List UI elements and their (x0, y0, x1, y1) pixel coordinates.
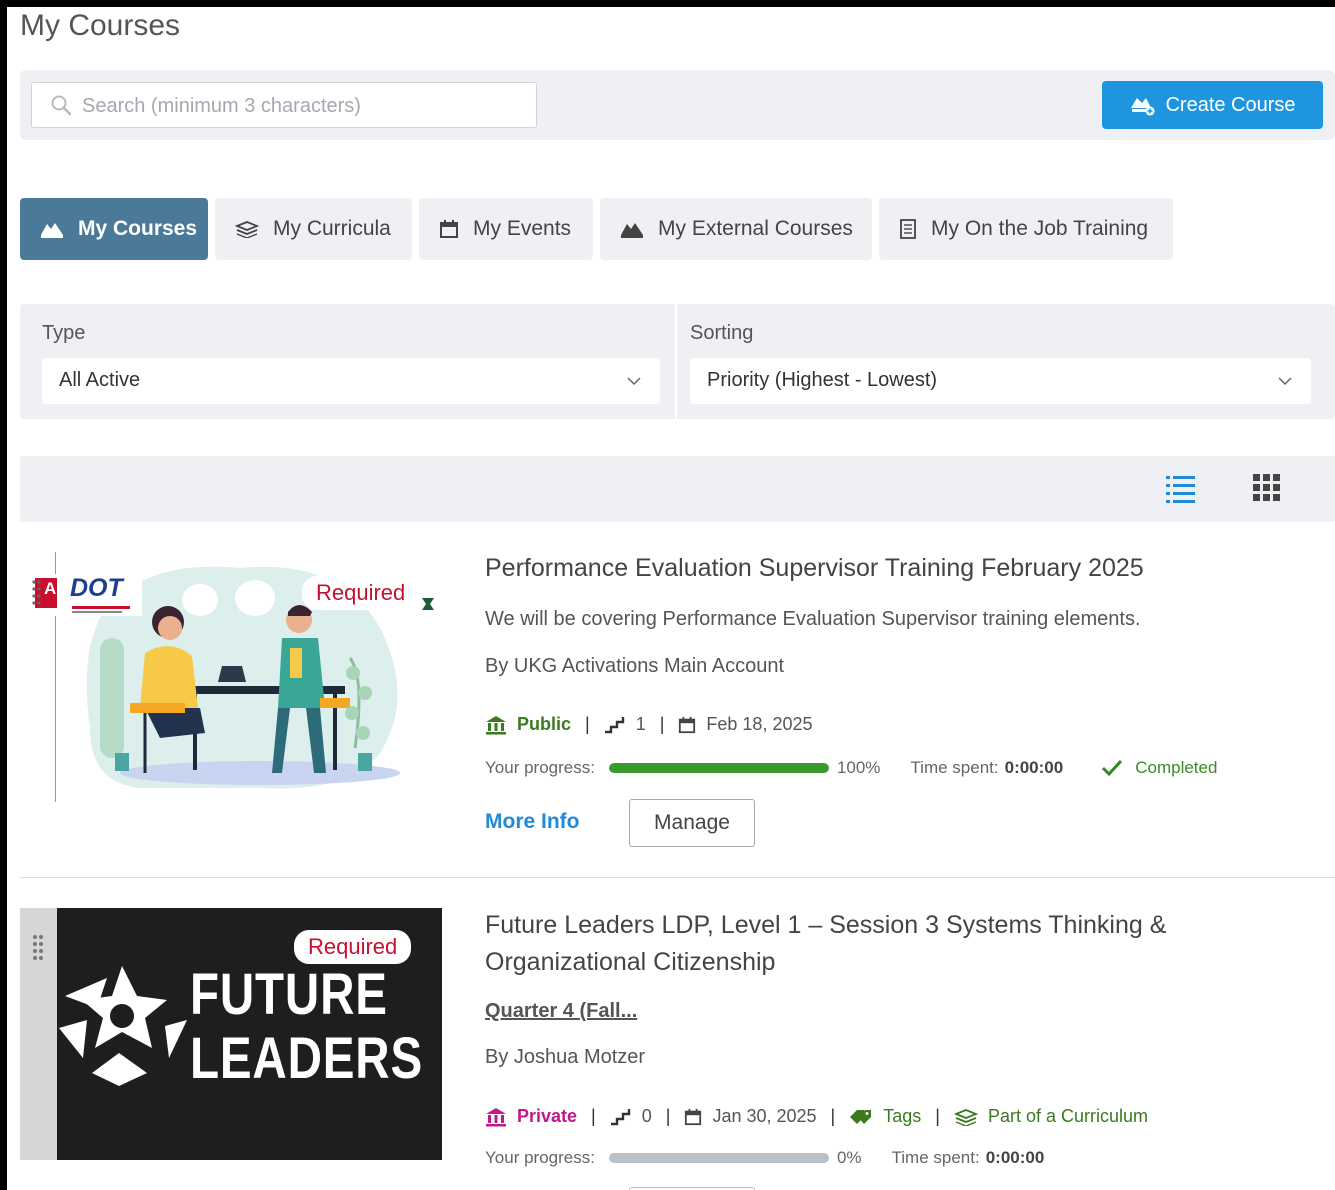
grid-view-icon[interactable] (1252, 473, 1282, 503)
separator: | (591, 1106, 596, 1126)
sorting-select[interactable]: Priority (Highest - Lowest) (690, 358, 1311, 404)
search-placeholder: Search (minimum 3 characters) (82, 95, 361, 117)
create-course-label: Create Course (1165, 93, 1296, 116)
progress-fill (608, 763, 829, 773)
tab-label: My Curricula (273, 217, 391, 240)
create-course-button[interactable]: Create Course (1102, 81, 1323, 129)
institution-icon (486, 715, 506, 734)
calendar-icon (440, 220, 458, 238)
steps-icon (610, 1108, 630, 1125)
progress-percent: 100% (836, 758, 881, 777)
logo-text: DOT (70, 574, 123, 602)
tab-label: My Courses (78, 217, 198, 240)
search-input[interactable]: Search (minimum 3 characters) (31, 82, 537, 128)
time-spent-value: 0:00:00 (985, 1148, 1045, 1167)
steps-count: 1 (635, 714, 646, 734)
required-badge: Required (302, 576, 420, 610)
course-sub-link[interactable]: Quarter 4 (Fall... (485, 1000, 637, 1023)
view-mode-bar (20, 456, 1335, 522)
tab-my-curricula[interactable]: My Curricula (215, 198, 412, 260)
sorting-label: Sorting (690, 322, 754, 344)
tab-my-events[interactable]: My Events (419, 198, 593, 260)
drag-handle-icon (33, 935, 43, 960)
curriculum-label[interactable]: Part of a Curriculum (988, 1106, 1148, 1127)
progress-row: Your progress: 100% Time spent: 0:00:00 … (485, 758, 1217, 778)
course-date: Feb 18, 2025 (706, 714, 813, 734)
course-description: We will be covering Performance Evaluati… (485, 608, 1141, 630)
tab-label: My Events (473, 217, 572, 240)
progress-row: Your progress: 0% Time spent: 0:00:00 (485, 1148, 1044, 1168)
card-divider (20, 877, 1335, 878)
completion-status: Completed (1135, 758, 1218, 777)
page-title: My Courses (20, 9, 181, 42)
type-select-value: All Active (59, 369, 141, 391)
calendar-icon (679, 716, 696, 733)
tab-my-on-the-job-training[interactable]: My On the Job Training (879, 198, 1173, 260)
logo-prefix: AR (44, 579, 69, 598)
institution-icon (486, 1107, 506, 1126)
time-spent-value: 0:00:00 (1004, 758, 1064, 777)
sorting-select-value: Priority (Highest - Lowest) (707, 369, 938, 391)
separator: | (830, 1106, 836, 1126)
list-view-icon[interactable] (1165, 473, 1197, 505)
document-icon (900, 219, 916, 239)
course-author: By UKG Activations Main Account (485, 655, 785, 677)
search-toolbar: Search (minimum 3 characters) Create Cou… (20, 70, 1335, 140)
course-author: By Joshua Motzer (485, 1046, 646, 1068)
progress-bar (608, 1153, 829, 1163)
more-info-link[interactable]: More Info (485, 810, 580, 834)
course-meta: Private | 0 | Jan 30, 2025 | Tags | Part… (485, 1106, 1148, 1127)
course-title[interactable]: Future Leaders LDP, Level 1 – Session 3 … (485, 907, 1325, 981)
filter-panel: Type All Active Sorting Priority (Highes… (20, 304, 1335, 419)
tags-icon[interactable] (849, 1108, 873, 1126)
checkmark-icon (1102, 759, 1123, 777)
manage-button[interactable]: Manage (629, 799, 755, 847)
steps-count: 0 (641, 1106, 652, 1126)
course-meta: Public | 1 | Feb 18, 2025 (485, 714, 813, 735)
visibility-label: Public (517, 714, 572, 734)
progress-bar (608, 763, 829, 773)
separator: | (585, 714, 590, 734)
time-spent-label: Time spent: (910, 758, 999, 777)
course-date: Jan 30, 2025 (712, 1106, 817, 1126)
course-thumbnail[interactable]: AR DOT Required (20, 548, 442, 806)
curricula-icon (953, 1108, 978, 1126)
time-spent-label: Time spent: (891, 1148, 980, 1167)
tab-my-external-courses[interactable]: My External Courses (600, 198, 872, 260)
create-course-icon (1131, 98, 1155, 116)
visibility-label: Private (517, 1106, 578, 1126)
separator: | (659, 714, 665, 734)
type-label: Type (42, 322, 86, 344)
curricula-icon (235, 221, 259, 238)
chevron-down-icon (1278, 377, 1292, 386)
course-title[interactable]: Performance Evaluation Supervisor Traini… (485, 550, 1144, 587)
progress-percent: 0% (836, 1148, 862, 1167)
calendar-icon (685, 1108, 702, 1125)
filter-divider (675, 304, 677, 419)
courses-icon (41, 223, 63, 238)
progress-label: Your progress: (485, 758, 595, 777)
star-logo-icon (59, 966, 187, 1086)
courses-icon (621, 223, 643, 238)
banner-line-2: LEADERS (190, 1026, 424, 1091)
tab-my-courses[interactable]: My Courses (20, 198, 208, 260)
tags-label[interactable]: Tags (883, 1106, 921, 1127)
banner-line-1: FUTURE (190, 962, 388, 1027)
tab-label: My On the Job Training (931, 217, 1149, 240)
chevron-down-icon (627, 377, 641, 386)
required-badge: Required (294, 930, 412, 964)
progress-label: Your progress: (485, 1148, 595, 1167)
course-thumbnail[interactable]: FUTURE LEADERS Required (20, 908, 442, 1160)
tab-label: My External Courses (658, 217, 853, 240)
drag-handle[interactable] (20, 908, 57, 1160)
separator: | (665, 1106, 671, 1126)
search-icon (51, 95, 72, 116)
separator: | (935, 1106, 940, 1126)
type-select[interactable]: All Active (42, 358, 660, 404)
steps-icon (604, 716, 624, 733)
